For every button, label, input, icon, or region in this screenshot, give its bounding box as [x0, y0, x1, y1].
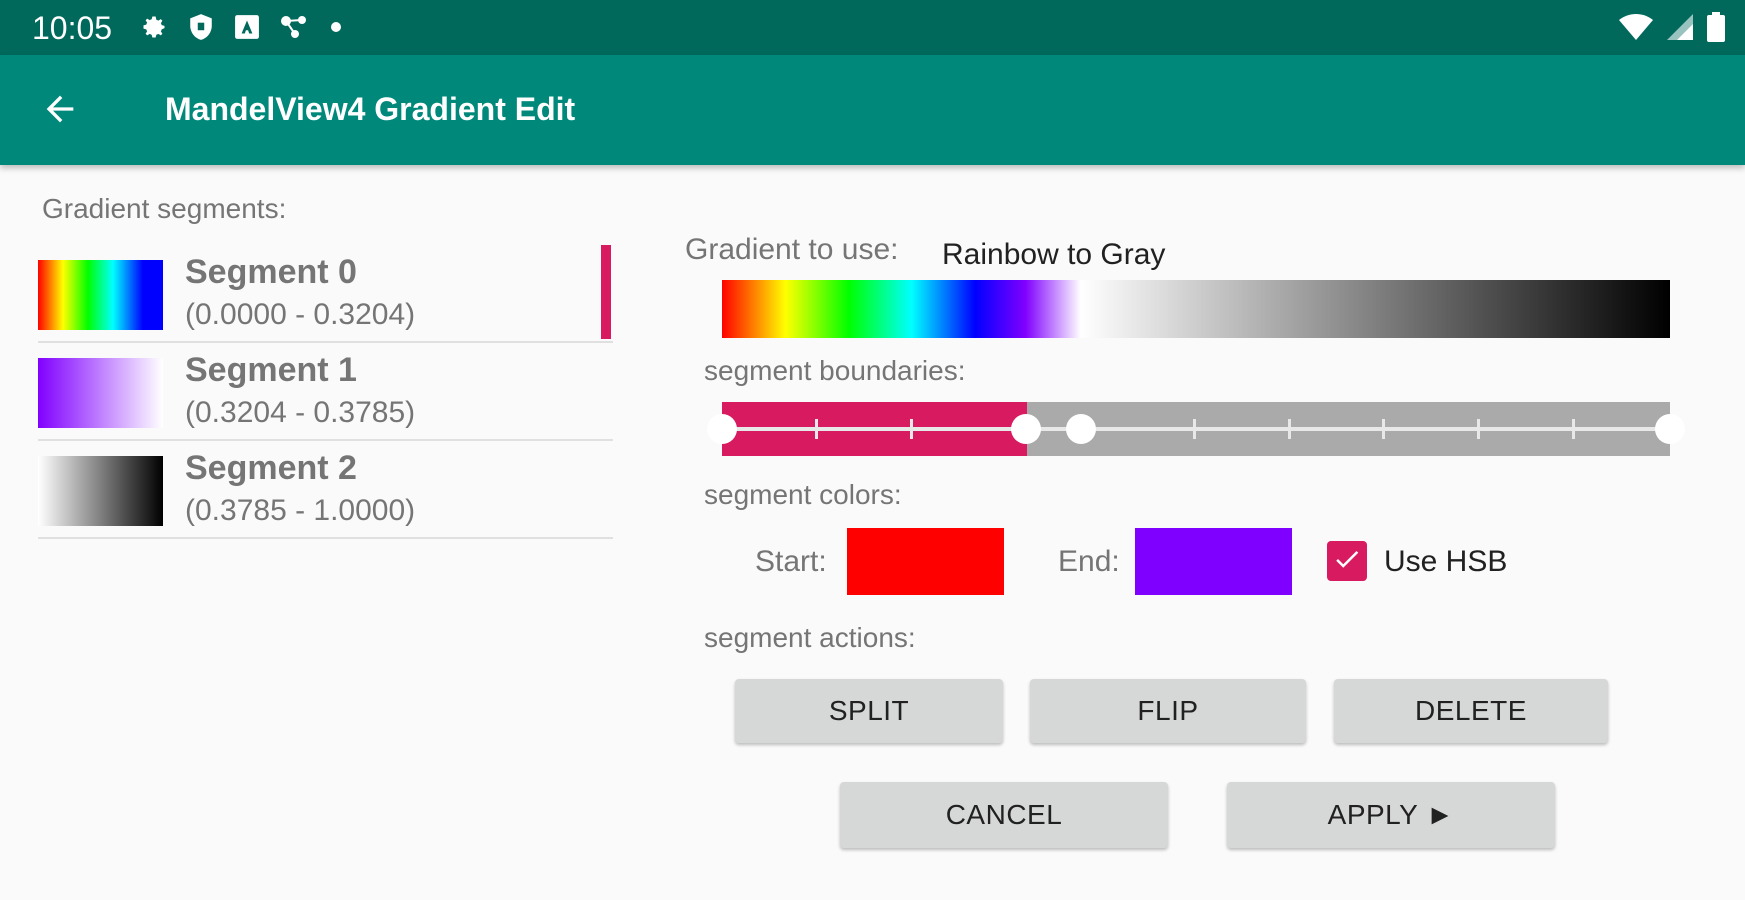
- check-icon: [1332, 544, 1362, 579]
- status-icons-left: [140, 12, 342, 42]
- slider-thumb-2[interactable]: [1066, 414, 1096, 444]
- cancel-button[interactable]: CANCEL: [840, 782, 1168, 848]
- actions-label: segment actions:: [704, 622, 916, 653]
- list-item-segment-2[interactable]: Segment 2 (0.3785 - 1.0000): [38, 441, 613, 539]
- segment-name: Segment 2: [185, 449, 357, 487]
- selected-indicator: [601, 245, 611, 339]
- slider-tick: [910, 419, 913, 439]
- gradient-label: Gradient to use:: [685, 233, 899, 266]
- network-icon: [280, 12, 310, 42]
- end-label: End:: [1058, 545, 1120, 578]
- gradient-preview: [722, 280, 1670, 338]
- segment-boundaries-slider[interactable]: [707, 402, 1685, 456]
- app-bar: MandelView4 Gradient Edit: [0, 55, 1745, 165]
- use-hsb-checkbox[interactable]: [1327, 541, 1367, 581]
- a-icon: [234, 12, 260, 42]
- segment-name: Segment 0: [185, 253, 357, 291]
- app-title: MandelView4 Gradient Edit: [165, 91, 576, 127]
- gradient-name[interactable]: Rainbow to Gray: [942, 238, 1165, 272]
- arrow-back-icon: [40, 89, 80, 134]
- segment-name: Segment 1: [185, 351, 357, 389]
- status-bar: 10:05: [0, 0, 1745, 55]
- split-button[interactable]: SPLIT: [735, 679, 1003, 743]
- segment-range: (0.3204 - 0.3785): [185, 396, 416, 429]
- flip-button[interactable]: FLIP: [1030, 679, 1306, 743]
- slider-tick: [1288, 419, 1291, 439]
- slider-tick: [1193, 419, 1196, 439]
- use-hsb-label: Use HSB: [1384, 545, 1508, 578]
- status-icons-right: [1619, 12, 1725, 42]
- battery-icon: [1707, 12, 1725, 42]
- segments-heading: Gradient segments:: [42, 193, 287, 224]
- slider-track: [722, 427, 1670, 431]
- boundaries-label: segment boundaries:: [704, 355, 966, 386]
- segment-2-swatch: [38, 456, 163, 526]
- start-color-button[interactable]: [847, 528, 1004, 595]
- shield-icon: [188, 12, 214, 42]
- delete-button[interactable]: DELETE: [1334, 679, 1608, 743]
- status-time: 10:05: [32, 10, 113, 46]
- segment-1-swatch: [38, 358, 163, 428]
- back-button[interactable]: [30, 83, 90, 139]
- segment-0-swatch: [38, 260, 163, 330]
- segment-range: (0.0000 - 0.3204): [185, 298, 416, 331]
- slider-tick: [1477, 419, 1480, 439]
- signal-icon: [1667, 12, 1693, 42]
- slider-thumb-1[interactable]: [1011, 414, 1041, 444]
- slider-tick: [1382, 419, 1385, 439]
- list-item-segment-0[interactable]: Segment 0 (0.0000 - 0.3204): [38, 245, 613, 343]
- wifi-icon: [1619, 12, 1653, 42]
- list-item-segment-1[interactable]: Segment 1 (0.3204 - 0.3785): [38, 343, 613, 441]
- dot-icon: [330, 12, 342, 42]
- slider-tick: [1572, 419, 1575, 439]
- apply-button[interactable]: APPLY ►: [1227, 782, 1555, 848]
- slider-thumb-0[interactable]: [707, 414, 737, 444]
- segments-list: Segment 0 (0.0000 - 0.3204) Segment 1 (0…: [38, 245, 613, 539]
- slider-tick: [815, 419, 818, 439]
- gear-icon: [140, 12, 168, 42]
- segment-range: (0.3785 - 1.0000): [185, 494, 416, 527]
- start-label: Start:: [755, 545, 827, 578]
- colors-label: segment colors:: [704, 479, 902, 510]
- end-color-button[interactable]: [1135, 528, 1292, 595]
- slider-thumb-3[interactable]: [1655, 414, 1685, 444]
